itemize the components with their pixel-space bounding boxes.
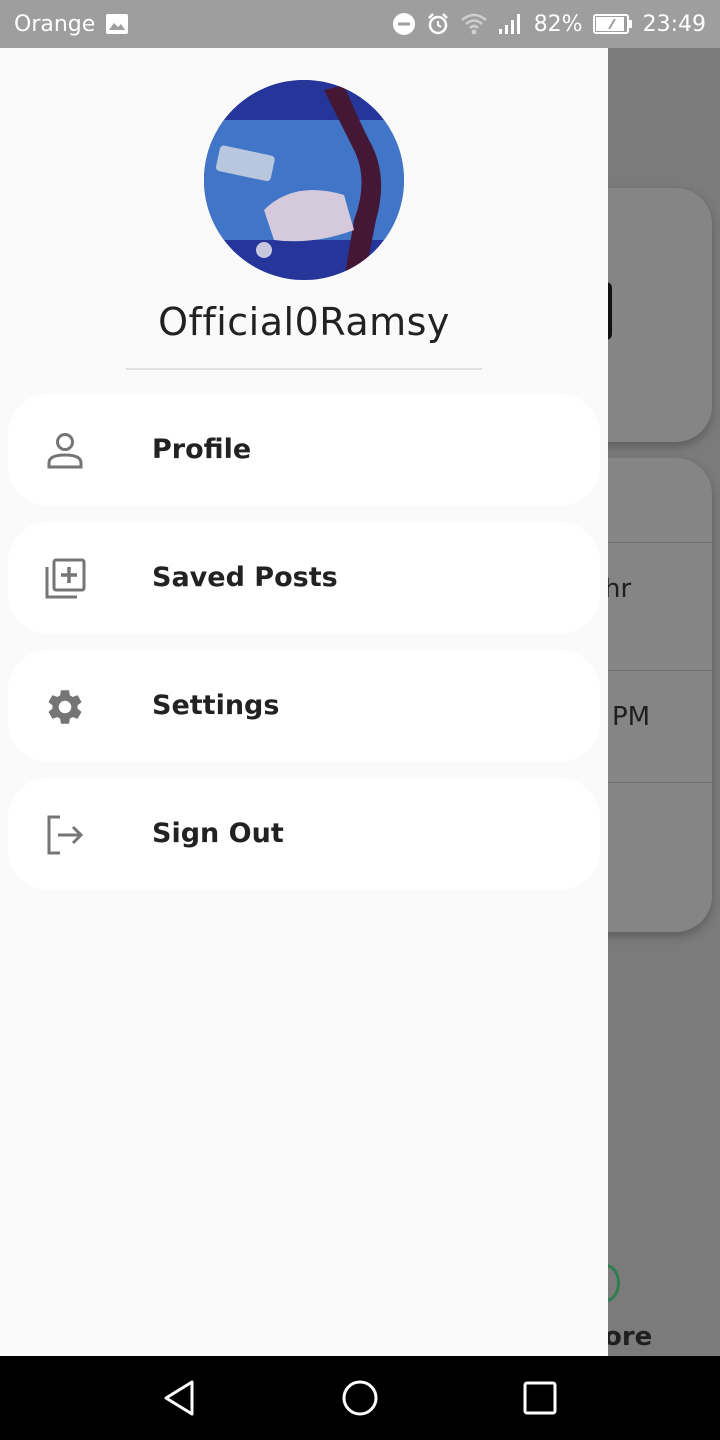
sign-out-icon xyxy=(44,814,86,856)
background-text: ore xyxy=(604,1322,653,1352)
dnd-icon xyxy=(392,12,416,36)
background-text: hr xyxy=(604,574,632,604)
menu-item-label: Saved Posts xyxy=(152,562,338,593)
wifi-icon xyxy=(460,12,488,36)
menu-item-label: Sign Out xyxy=(152,818,284,849)
menu-item-saved-posts[interactable]: Saved Posts xyxy=(8,522,600,634)
image-icon xyxy=(105,13,129,35)
carrier-label: Orange xyxy=(14,11,96,37)
navigation-drawer: Official0Ramsy Profile Saved Posts Setti… xyxy=(0,48,608,1356)
gear-icon xyxy=(44,686,86,728)
back-icon[interactable] xyxy=(158,1376,202,1420)
alarm-icon xyxy=(426,12,450,36)
menu-item-label: Profile xyxy=(152,434,252,465)
person-icon xyxy=(44,430,86,472)
battery-percent: 82% xyxy=(533,11,583,37)
clock: 23:49 xyxy=(642,11,706,37)
battery-icon xyxy=(592,13,633,35)
system-nav-bar xyxy=(0,1356,720,1440)
avatar[interactable] xyxy=(204,80,404,280)
home-icon[interactable] xyxy=(338,1376,382,1420)
signal-icon xyxy=(498,13,524,35)
menu-item-label: Settings xyxy=(152,690,280,721)
library-add-icon xyxy=(44,558,86,600)
status-bar: Orange 82% 23:49 xyxy=(0,0,720,48)
menu-item-settings[interactable]: Settings xyxy=(8,650,600,762)
username: Official0Ramsy xyxy=(158,300,450,344)
recents-icon[interactable] xyxy=(518,1376,562,1420)
background-text: PM xyxy=(612,702,651,732)
menu-item-sign-out[interactable]: Sign Out xyxy=(8,778,600,890)
menu-item-profile[interactable]: Profile xyxy=(8,394,600,506)
divider xyxy=(126,368,482,370)
